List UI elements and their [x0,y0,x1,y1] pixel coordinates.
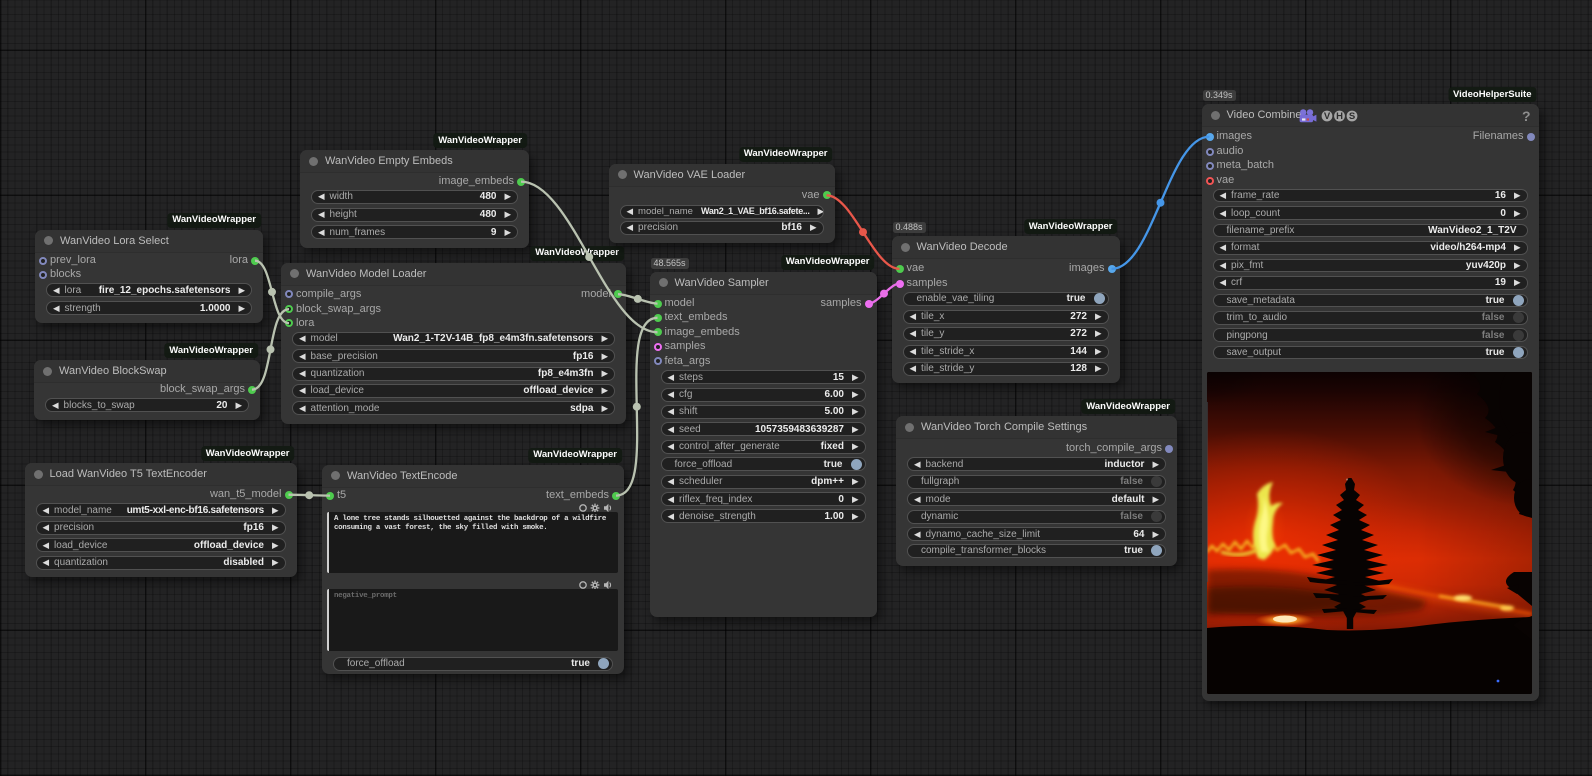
svg-text:H: H [1336,111,1343,122]
svg-text:V: V [1323,111,1330,122]
svg-text:S: S [1348,111,1354,122]
